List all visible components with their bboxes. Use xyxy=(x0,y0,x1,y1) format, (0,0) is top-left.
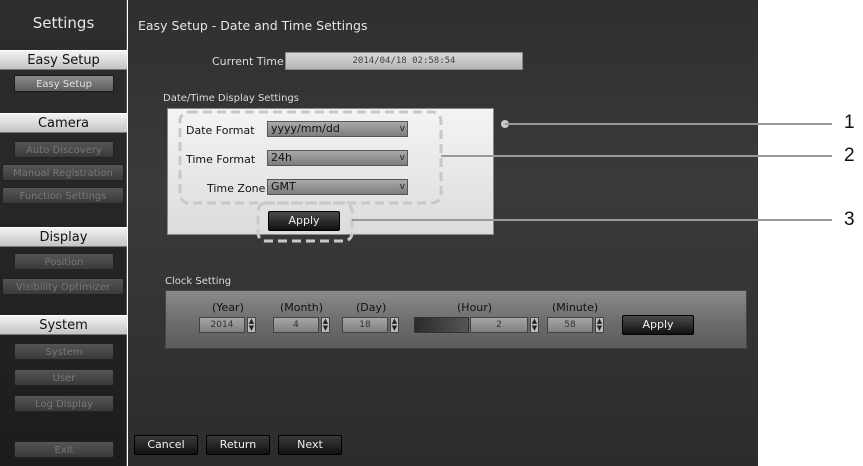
minute-label: (Minute) xyxy=(552,301,599,314)
clock-setting-heading: Clock Setting xyxy=(165,276,232,287)
minute-input[interactable]: 58 xyxy=(547,317,593,333)
sidebar-item-auto-discovery[interactable]: Auto Discovery xyxy=(14,141,114,158)
hour-label: (Hour) xyxy=(457,301,493,314)
section-system: System xyxy=(0,315,127,335)
clock-setting-panel: (Year) (Month) (Day) (Hour) (Minute) 201… xyxy=(165,290,747,349)
time-zone-select[interactable]: GMT v xyxy=(267,179,408,195)
current-time-display: 2014/04/18 02:58:54 xyxy=(285,52,523,70)
date-format-label: Date Format xyxy=(186,124,255,137)
time-zone-value: GMT xyxy=(271,180,296,193)
current-time-label: Current Time xyxy=(212,55,284,68)
chevron-down-icon: v xyxy=(399,124,405,134)
day-input[interactable]: 18 xyxy=(342,317,388,333)
callout-number-3: 3 xyxy=(844,209,855,230)
day-label: (Day) xyxy=(356,301,387,314)
chevron-down-icon: v xyxy=(399,153,405,163)
sidebar-item-user[interactable]: User xyxy=(14,369,114,386)
page-title: Easy Setup - Date and Time Settings xyxy=(138,18,368,33)
time-format-value: 24h xyxy=(271,151,292,164)
main-panel: Easy Setup - Date and Time Settings Curr… xyxy=(128,0,758,466)
return-button[interactable]: Return xyxy=(206,435,270,455)
date-time-display-panel: Date Format yyyy/mm/dd v Time Format 24h… xyxy=(167,108,494,235)
sidebar-title: Settings xyxy=(32,14,95,32)
day-spinner-icon[interactable]: ▲ ▼ xyxy=(390,317,399,333)
display-settings-heading: Date/Time Display Settings xyxy=(163,93,299,104)
clock-apply-button[interactable]: Apply xyxy=(622,315,694,335)
callout-number-1: 1 xyxy=(844,112,855,133)
hour-spinner-icon[interactable]: ▲ ▼ xyxy=(530,317,539,333)
date-format-select[interactable]: yyyy/mm/dd v xyxy=(267,121,408,137)
cancel-button[interactable]: Cancel xyxy=(134,435,198,455)
month-spinner-icon[interactable]: ▲ ▼ xyxy=(321,317,330,333)
year-input[interactable]: 2014 xyxy=(199,317,245,333)
section-easy-setup: Easy Setup xyxy=(0,50,127,70)
sidebar-item-log-display[interactable]: Log Display xyxy=(14,395,114,412)
sidebar-item-position[interactable]: Position xyxy=(14,253,114,270)
sidebar: Settings Easy Setup Easy Setup Camera Au… xyxy=(0,0,127,466)
section-display: Display xyxy=(0,227,127,247)
exit-button[interactable]: Exit xyxy=(14,441,114,458)
month-input[interactable]: 4 xyxy=(273,317,319,333)
date-format-value: yyyy/mm/dd xyxy=(271,122,340,135)
sidebar-item-manual-registration[interactable]: Manual Registration xyxy=(2,164,124,181)
minute-spinner-icon[interactable]: ▲ ▼ xyxy=(595,317,604,333)
month-label: (Month) xyxy=(280,301,324,314)
year-label: (Year) xyxy=(212,301,244,314)
time-format-select[interactable]: 24h v xyxy=(267,150,408,166)
display-apply-button[interactable]: Apply xyxy=(268,211,340,231)
sidebar-item-visibility-optimizer[interactable]: Visibility Optimizer xyxy=(2,278,124,295)
next-button[interactable]: Next xyxy=(278,435,342,455)
sidebar-item-easy-setup[interactable]: Easy Setup xyxy=(14,75,114,92)
hour-input[interactable]: 2 xyxy=(470,317,528,333)
app-window: Settings Easy Setup Easy Setup Camera Au… xyxy=(0,0,863,466)
time-format-label: Time Format xyxy=(186,153,256,166)
hour-slider[interactable] xyxy=(414,317,469,333)
chevron-down-icon: v xyxy=(399,182,405,192)
time-zone-label: Time Zone xyxy=(207,182,266,195)
section-camera: Camera xyxy=(0,113,127,133)
sidebar-item-system[interactable]: System xyxy=(14,343,114,360)
sidebar-item-function-settings[interactable]: Function Settings xyxy=(2,187,124,204)
callout-number-2: 2 xyxy=(844,145,855,166)
year-spinner-icon[interactable]: ▲ ▼ xyxy=(247,317,256,333)
